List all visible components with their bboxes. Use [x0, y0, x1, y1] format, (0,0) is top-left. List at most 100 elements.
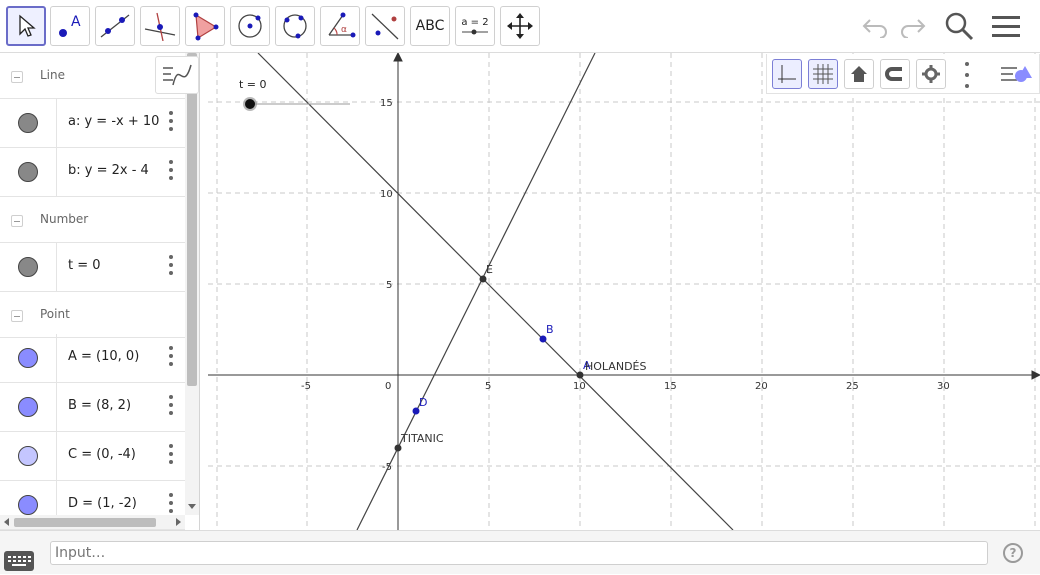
scroll-right-icon[interactable]: [174, 518, 182, 526]
grid: [208, 53, 1040, 530]
move-tool-button[interactable]: [6, 6, 46, 46]
x-tick-label: -5: [301, 381, 311, 392]
algebra-item[interactable]: C = (0, -4): [0, 432, 185, 481]
visibility-toggle[interactable]: [18, 257, 38, 277]
more-options-icon[interactable]: [164, 393, 178, 417]
algebra-item[interactable]: b: y = 2x - 4: [0, 148, 185, 197]
x-tick-label: 0: [385, 381, 391, 392]
line-b[interactable]: [356, 53, 596, 530]
circle-center-point-tool-button[interactable]: [230, 6, 270, 46]
x-tick-label: 10: [573, 381, 586, 392]
point-E[interactable]: E: [479, 263, 494, 283]
collapse-icon[interactable]: [11, 71, 23, 83]
graphics-settings-button[interactable]: [916, 59, 946, 89]
polygon-tool-button[interactable]: [185, 6, 225, 46]
more-options-icon[interactable]: [164, 253, 178, 277]
angle-tool-button[interactable]: α: [320, 6, 360, 46]
visibility-toggle[interactable]: [18, 348, 38, 368]
toggle-style-bar-button[interactable]: [999, 60, 1033, 88]
point-tool-button[interactable]: A: [50, 6, 90, 46]
line-tool-button[interactable]: [95, 6, 135, 46]
svg-text:E: E: [486, 263, 493, 276]
visibility-toggle[interactable]: [18, 495, 38, 515]
group-title: Number: [40, 212, 89, 226]
line-icon: [100, 14, 130, 38]
algebra-expression[interactable]: C = (0, -4): [68, 447, 136, 462]
input-field[interactable]: [50, 541, 988, 565]
keyboard-icon: [8, 556, 31, 566]
algebra-expression[interactable]: B = (8, 2): [68, 398, 131, 413]
move-arrows-icon: [507, 13, 533, 39]
input-bar: ?: [0, 530, 1040, 574]
visibility-toggle[interactable]: [18, 446, 38, 466]
algebra-expression[interactable]: a: y = -x + 10: [68, 114, 159, 129]
svg-text:B: B: [546, 323, 554, 336]
point-capturing-button[interactable]: [880, 59, 910, 89]
visibility-toggle[interactable]: [18, 113, 38, 133]
more-options-icon[interactable]: [164, 158, 178, 182]
algebra-expression[interactable]: A = (10, 0): [68, 349, 139, 364]
label-titanic: TITANIC: [400, 432, 444, 445]
algebra-expression[interactable]: D = (1, -2): [68, 496, 137, 511]
algebra-expression[interactable]: b: y = 2x - 4: [68, 163, 149, 178]
line-a[interactable]: [257, 53, 734, 530]
cursor-icon: [19, 14, 36, 37]
x-tick-label: 20: [755, 381, 768, 392]
algebra-horizontal-scrollbar[interactable]: [0, 515, 185, 529]
reflect-tool-button[interactable]: [365, 6, 405, 46]
point-D[interactable]: D: [412, 396, 428, 415]
svg-text:D: D: [419, 396, 427, 409]
search-button[interactable]: [939, 6, 979, 46]
scroll-down-icon[interactable]: [188, 502, 196, 510]
algebra-item[interactable]: A = (10, 0): [0, 334, 185, 383]
algebra-group-point[interactable]: Point: [0, 292, 185, 338]
visibility-toggle[interactable]: [18, 397, 38, 417]
slider-label: t = 0: [239, 78, 267, 91]
svg-text:α: α: [341, 25, 347, 35]
coordinate-plane[interactable]: -5 0 5 10 15 20 25 30 15 10 5 -5 t = 0 E: [208, 53, 1040, 530]
toggle-axes-button[interactable]: [772, 59, 802, 89]
more-options-icon[interactable]: [164, 344, 178, 368]
slider-t[interactable]: t = 0: [239, 78, 350, 111]
graphics-view[interactable]: -5 0 5 10 15 20 25 30 15 10 5 -5 t = 0 E: [208, 53, 1040, 530]
toggle-grid-button[interactable]: [808, 59, 838, 89]
collapse-icon[interactable]: [11, 310, 23, 322]
perpendicular-line-icon: [144, 12, 176, 41]
search-icon: [945, 12, 974, 41]
text-tool-button[interactable]: ABC: [410, 6, 450, 46]
point-B[interactable]: B: [539, 323, 554, 343]
visibility-toggle[interactable]: [18, 162, 38, 182]
main-menu-button[interactable]: [986, 6, 1026, 46]
help-button[interactable]: ?: [1003, 543, 1023, 563]
keyboard-button[interactable]: [4, 551, 34, 571]
x-tick-label: 15: [664, 381, 677, 392]
standard-view-button[interactable]: [844, 59, 874, 89]
algebra-vertical-scrollbar[interactable]: [185, 53, 199, 515]
redo-button[interactable]: [893, 6, 933, 46]
algebra-group-number[interactable]: Number: [0, 197, 185, 243]
home-icon: [851, 66, 867, 82]
scroll-left-icon[interactable]: [3, 518, 11, 526]
algebra-item[interactable]: B = (8, 2): [0, 383, 185, 432]
undo-button[interactable]: [855, 6, 895, 46]
more-options-icon[interactable]: [164, 109, 178, 133]
algebra-expression[interactable]: t = 0: [68, 258, 101, 273]
y-tick-label: 5: [386, 280, 392, 291]
more-options-icon[interactable]: [164, 491, 178, 515]
algebra-item[interactable]: t = 0: [0, 243, 185, 292]
perpendicular-line-tool-button[interactable]: [140, 6, 180, 46]
x-tick-label: 30: [937, 381, 950, 392]
circle-center-icon: [238, 14, 262, 38]
circle-three-points-tool-button[interactable]: [275, 6, 315, 46]
help-icon: ?: [1009, 546, 1017, 560]
algebra-item[interactable]: a: y = -x + 10: [0, 99, 185, 148]
move-graphics-tool-button[interactable]: [500, 6, 540, 46]
toggle-graphics-button[interactable]: [155, 56, 199, 94]
point-C[interactable]: TITANIC: [394, 432, 444, 452]
collapse-icon[interactable]: [11, 215, 23, 227]
slider-tool-button[interactable]: a = 2: [455, 6, 495, 46]
point-A[interactable]: A HOLANDÉS: [576, 359, 647, 379]
more-options-icon[interactable]: [963, 62, 971, 88]
more-options-icon[interactable]: [164, 442, 178, 466]
grid-icon: [813, 64, 833, 84]
